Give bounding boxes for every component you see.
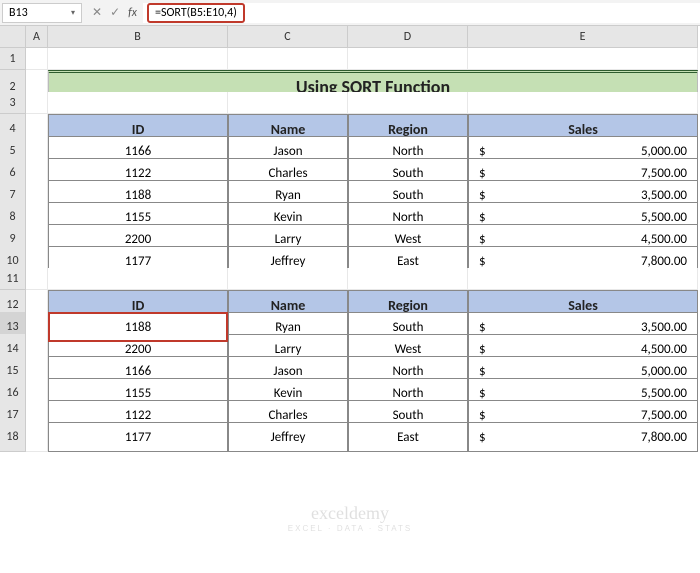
spreadsheet-grid: A B C D E 1 2 Using SORT Function 3 4 ID… xyxy=(0,26,700,444)
watermark-brand: exceldemy xyxy=(288,503,412,524)
sales-value: 3,500.00 xyxy=(641,320,687,335)
cell[interactable] xyxy=(48,48,228,70)
col-header-c[interactable]: C xyxy=(228,26,348,48)
formula-bar-icons: ✕ ✓ xyxy=(92,5,120,20)
table-cell[interactable]: 1177 xyxy=(48,422,228,452)
cell[interactable] xyxy=(228,48,348,70)
formula-text: =SORT(B5:E10,4) xyxy=(147,3,245,23)
currency: $ xyxy=(479,166,486,181)
confirm-icon[interactable]: ✓ xyxy=(110,5,120,20)
active-cell[interactable]: 1188 xyxy=(48,312,228,342)
name-box-value: B13 xyxy=(9,6,28,20)
chevron-down-icon[interactable]: ▾ xyxy=(71,8,75,18)
sales-value: 7,800.00 xyxy=(641,430,687,445)
currency: $ xyxy=(479,386,486,401)
cell[interactable] xyxy=(26,92,48,114)
formula-input[interactable]: =SORT(B5:E10,4) xyxy=(143,3,700,23)
sales-value: 5,500.00 xyxy=(641,210,687,225)
sales-value: 5,000.00 xyxy=(641,144,687,159)
currency: $ xyxy=(479,430,486,445)
sales-value: 7,800.00 xyxy=(641,254,687,269)
sales-value: 4,500.00 xyxy=(641,232,687,247)
cell[interactable] xyxy=(48,92,228,114)
row-header[interactable]: 18 xyxy=(0,422,26,452)
col-header-e[interactable]: E xyxy=(468,26,698,48)
currency: $ xyxy=(479,320,486,335)
sales-value: 5,000.00 xyxy=(641,364,687,379)
sales-value: 4,500.00 xyxy=(641,342,687,357)
watermark: exceldemy EXCEL · DATA · STATS xyxy=(288,503,412,533)
sales-value: 5,500.00 xyxy=(641,386,687,401)
cell[interactable] xyxy=(348,48,468,70)
cell[interactable] xyxy=(468,92,698,114)
select-all-corner[interactable] xyxy=(0,26,26,48)
currency: $ xyxy=(479,210,486,225)
fx-icon[interactable]: fx xyxy=(128,6,137,20)
row-header[interactable]: 1 xyxy=(0,48,26,70)
cell[interactable] xyxy=(26,268,48,290)
col-header-d[interactable]: D xyxy=(348,26,468,48)
cell[interactable] xyxy=(348,268,468,290)
sales-value: 7,500.00 xyxy=(641,408,687,423)
col-header-b[interactable]: B xyxy=(48,26,228,48)
name-box[interactable]: B13 ▾ xyxy=(2,3,82,23)
currency: $ xyxy=(479,254,486,269)
cell[interactable] xyxy=(228,268,348,290)
row-header[interactable]: 11 xyxy=(0,268,26,290)
table-cell[interactable]: $7,800.00 xyxy=(468,422,698,452)
sales-value: 7,500.00 xyxy=(641,166,687,181)
cell[interactable] xyxy=(26,48,48,70)
table-cell[interactable]: East xyxy=(348,422,468,452)
table-cell[interactable]: Jeffrey xyxy=(228,422,348,452)
formula-bar: B13 ▾ ✕ ✓ fx =SORT(B5:E10,4) xyxy=(0,0,700,26)
row-header[interactable]: 3 xyxy=(0,92,26,114)
col-header-a[interactable]: A xyxy=(26,26,48,48)
currency: $ xyxy=(479,342,486,357)
watermark-tag: EXCEL · DATA · STATS xyxy=(288,524,412,533)
cell[interactable] xyxy=(468,48,698,70)
cell[interactable] xyxy=(48,268,228,290)
currency: $ xyxy=(479,364,486,379)
cancel-icon[interactable]: ✕ xyxy=(92,5,102,20)
currency: $ xyxy=(479,188,486,203)
cell[interactable] xyxy=(228,92,348,114)
currency: $ xyxy=(479,408,486,423)
currency: $ xyxy=(479,232,486,247)
cell[interactable] xyxy=(348,92,468,114)
cell[interactable] xyxy=(26,422,48,452)
sales-value: 3,500.00 xyxy=(641,188,687,203)
cell[interactable] xyxy=(468,268,698,290)
currency: $ xyxy=(479,144,486,159)
